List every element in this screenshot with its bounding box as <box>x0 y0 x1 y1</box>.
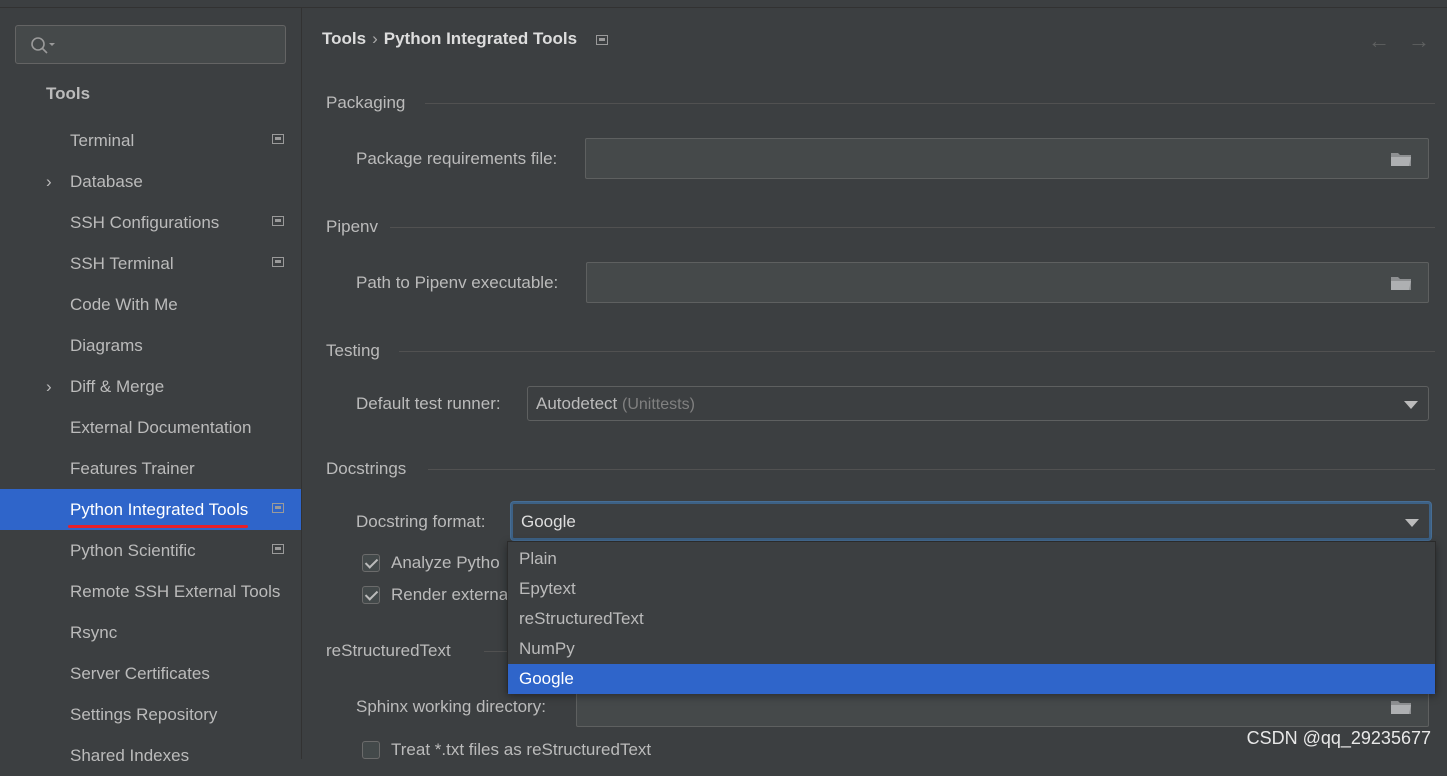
analyze-python-checkbox[interactable] <box>362 554 380 572</box>
dropdown-arrow-icon <box>1405 519 1419 527</box>
pipenv-path-label: Path to Pipenv executable: <box>356 273 559 292</box>
sidebar-item-external-documentation[interactable]: External Documentation <box>0 407 301 448</box>
title-bar-edge <box>0 0 1447 8</box>
settings-search-input[interactable] <box>15 25 286 64</box>
test-runner-hint: (Unittests) <box>622 396 695 413</box>
section-restructuredtext-title: reStructuredText <box>326 641 451 660</box>
default-test-runner-label: Default test runner: <box>356 394 501 413</box>
sidebar-item-label: Remote SSH External Tools <box>70 582 281 601</box>
section-packaging-title: Packaging <box>326 93 406 112</box>
sidebar-item-features-trainer[interactable]: Features Trainer <box>0 448 301 489</box>
sidebar-item-settings-repository[interactable]: Settings Repository <box>0 694 301 735</box>
sidebar-item-label: Settings Repository <box>70 705 218 724</box>
red-underline-annotation <box>68 525 248 528</box>
treat-txt-checkbox[interactable] <box>362 741 380 759</box>
sidebar-item-python-scientific[interactable]: Python Scientific <box>0 530 301 571</box>
sidebar-item-label: Diagrams <box>70 336 143 355</box>
project-scope-icon <box>272 134 284 144</box>
sidebar-item-label: Database <box>70 172 143 191</box>
package-requirements-field[interactable] <box>585 138 1429 179</box>
folder-icon[interactable] <box>1390 275 1412 291</box>
dropdown-arrow-icon <box>1404 401 1418 409</box>
forward-arrow-icon[interactable]: → <box>1408 28 1430 54</box>
search-icon <box>31 37 55 54</box>
analyze-python-label: Analyze Pytho <box>391 553 500 572</box>
docstring-format-popup: Plain Epytext reStructuredText NumPy Goo… <box>507 541 1436 694</box>
sidebar-item-label: Features Trainer <box>70 459 195 478</box>
folder-icon[interactable] <box>1390 151 1412 167</box>
breadcrumb: Tools › Python Integrated Tools <box>322 29 608 49</box>
sphinx-working-directory-label: Sphinx working directory: <box>356 697 546 716</box>
project-scope-icon <box>272 216 284 226</box>
docstring-format-label: Docstring format: <box>356 512 486 531</box>
sidebar-item-rsync[interactable]: Rsync <box>0 612 301 653</box>
sidebar-item-label: SSH Configurations <box>70 213 220 232</box>
sidebar-item-python-integrated-tools[interactable]: Python Integrated Tools <box>0 489 301 530</box>
section-divider <box>390 227 1435 228</box>
sidebar-item-ssh-terminal[interactable]: SSH Terminal <box>0 243 301 284</box>
project-scope-icon <box>272 544 284 554</box>
section-pipenv-title: Pipenv <box>326 217 378 236</box>
sidebar-item-label: Python Scientific <box>70 541 196 560</box>
render-external-label: Render externa <box>391 585 509 604</box>
chevron-right-icon[interactable]: › <box>46 377 52 397</box>
sidebar-item-label: External Documentation <box>70 418 252 437</box>
project-scope-icon <box>272 257 284 267</box>
sidebar-item-label: Rsync <box>70 623 118 642</box>
settings-content: Tools › Python Integrated Tools ← → Packag… <box>302 8 1447 759</box>
breadcrumb-parent[interactable]: Tools <box>322 29 366 48</box>
treat-txt-label: Treat *.txt files as reStructuredText <box>391 740 652 759</box>
project-scope-icon <box>272 503 284 513</box>
section-docstrings-title: Docstrings <box>326 459 407 478</box>
option-restructuredtext[interactable]: reStructuredText <box>508 604 1435 634</box>
sidebar-item-remote-ssh-external-tools[interactable]: Remote SSH External Tools <box>0 571 287 612</box>
project-scope-icon <box>595 34 608 45</box>
sidebar-item-server-certificates[interactable]: Server Certificates <box>0 653 301 694</box>
section-divider <box>428 469 1435 470</box>
docstring-format-select[interactable]: Google <box>511 502 1431 540</box>
folder-icon[interactable] <box>1390 699 1412 715</box>
sidebar-item-label: Shared Indexes <box>70 746 190 765</box>
sidebar-item-shared-indexes[interactable]: Shared Indexes <box>0 735 301 776</box>
render-external-checkbox[interactable] <box>362 586 380 604</box>
option-numpy[interactable]: NumPy <box>508 634 1435 664</box>
section-divider <box>399 351 1435 352</box>
breadcrumb-separator: › <box>372 29 378 48</box>
sidebar-item-label: Terminal <box>70 131 135 150</box>
back-arrow-icon[interactable]: ← <box>1368 28 1390 54</box>
section-divider <box>425 103 1435 104</box>
watermark: CSDN @qq_29235677 <box>1246 728 1431 748</box>
sidebar-item-diff-merge[interactable]: › Diff & Merge <box>0 366 301 407</box>
sidebar-item-ssh-configurations[interactable]: SSH Configurations <box>0 202 301 243</box>
docstring-format-value: Google <box>521 512 576 531</box>
package-requirements-label: Package requirements file: <box>356 149 558 168</box>
chevron-right-icon[interactable]: › <box>46 172 52 192</box>
sidebar-item-database[interactable]: › Database <box>0 161 301 202</box>
sidebar-item-diagrams[interactable]: Diagrams <box>0 325 301 366</box>
sidebar-item-label: Diff & Merge <box>70 377 165 396</box>
sidebar-item-label: Code With Me <box>70 295 178 314</box>
option-google[interactable]: Google <box>508 664 1435 694</box>
tree-root-tools[interactable]: Tools <box>46 84 90 104</box>
option-plain[interactable]: Plain <box>508 544 1435 574</box>
sidebar-item-label: SSH Terminal <box>70 254 174 273</box>
settings-sidebar: Tools Terminal › Database SSH Configurat… <box>0 8 302 765</box>
breadcrumb-current: Python Integrated Tools <box>383 29 578 48</box>
sidebar-item-code-with-me[interactable]: Code With Me <box>0 284 301 325</box>
pipenv-path-field[interactable] <box>586 262 1429 303</box>
sidebar-item-label: Python Integrated Tools <box>70 500 249 519</box>
test-runner-value: Autodetect (Unittests) <box>536 394 695 413</box>
sidebar-item-label: Server Certificates <box>70 664 210 683</box>
sidebar-item-terminal[interactable]: Terminal <box>0 120 301 161</box>
option-epytext[interactable]: Epytext <box>508 574 1435 604</box>
default-test-runner-select[interactable]: Autodetect (Unittests) <box>527 386 1429 421</box>
section-testing-title: Testing <box>326 341 380 360</box>
